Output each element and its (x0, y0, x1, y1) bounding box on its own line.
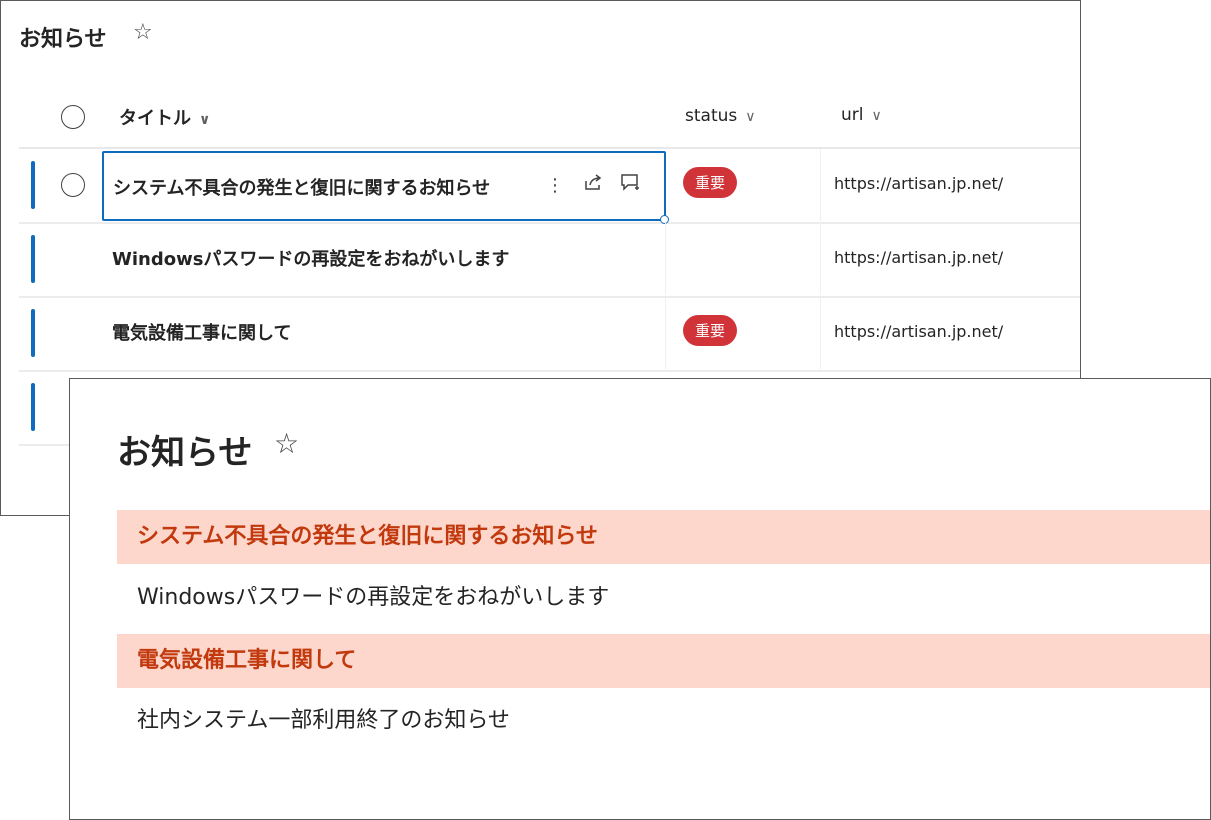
chevron-down-icon: ∨ (871, 108, 882, 124)
list-item[interactable]: システム不具合の発生と復旧に関するお知らせ (117, 510, 1210, 564)
status-cell[interactable]: 重要 (666, 297, 821, 369)
status-badge: 重要 (683, 315, 738, 346)
column-header-status-label: status (685, 106, 738, 126)
column-header-status[interactable]: status ∨ (685, 106, 756, 126)
comment-icon[interactable] (612, 173, 650, 196)
favorite-star-icon[interactable]: ☆ (274, 427, 299, 460)
more-options-icon[interactable]: ⋮ (536, 175, 574, 196)
row-accent-bar (31, 383, 35, 431)
column-header-title-label: タイトル (119, 108, 191, 129)
table-row[interactable]: Windowsパスワードの再設定をおねがいします https://artisan… (19, 223, 1080, 298)
status-cell[interactable]: 重要 (666, 149, 821, 221)
status-badge: 重要 (683, 167, 738, 198)
row-title[interactable]: システム不具合の発生と復旧に関するお知らせ (113, 174, 490, 200)
column-header-url-label: url (841, 105, 864, 125)
row-title[interactable]: 電気設備工事に関して (112, 319, 291, 345)
share-icon[interactable] (574, 173, 612, 196)
webpart-title: お知らせ (117, 433, 253, 473)
row-actions: ⋮ (536, 173, 650, 196)
row-select-checkbox[interactable] (61, 173, 85, 197)
chevron-down-icon: ∨ (745, 109, 756, 125)
chevron-down-icon: ∨ (199, 112, 211, 128)
column-header-title[interactable]: タイトル ∨ (119, 104, 210, 130)
news-webpart: お知らせ ☆ システム不具合の発生と復旧に関するお知らせ Windowsパスワー… (69, 378, 1211, 820)
title-cell[interactable]: システム不具合の発生と復旧に関するお知らせ ⋮ (102, 151, 669, 224)
list-title: お知らせ (19, 27, 107, 52)
list-item[interactable]: 社内システム一部利用終了のお知らせ (117, 694, 1210, 748)
title-cell[interactable]: Windowsパスワードの再設定をおねがいします (102, 223, 666, 295)
url-cell[interactable]: https://artisan.jp.net/ (834, 322, 1003, 341)
status-cell[interactable] (666, 223, 821, 295)
row-accent-bar (31, 309, 35, 357)
row-accent-bar (31, 235, 35, 283)
favorite-star-icon[interactable]: ☆ (133, 20, 153, 45)
list-item[interactable]: 電気設備工事に関して (117, 634, 1210, 688)
table-row[interactable]: システム不具合の発生と復旧に関するお知らせ ⋮ 重要 https://artis… (19, 149, 1080, 224)
title-cell[interactable]: 電気設備工事に関して (102, 297, 666, 369)
select-all-checkbox[interactable] (61, 105, 85, 129)
table-row[interactable]: 電気設備工事に関して 重要 https://artisan.jp.net/ (19, 297, 1080, 372)
url-cell[interactable]: https://artisan.jp.net/ (834, 174, 1003, 193)
list-item[interactable]: Windowsパスワードの再設定をおねがいします (117, 571, 1210, 625)
row-title[interactable]: Windowsパスワードの再設定をおねがいします (112, 245, 509, 271)
url-cell[interactable]: https://artisan.jp.net/ (834, 248, 1003, 267)
row-accent-bar (31, 161, 35, 209)
column-header-url[interactable]: url ∨ (841, 105, 882, 125)
